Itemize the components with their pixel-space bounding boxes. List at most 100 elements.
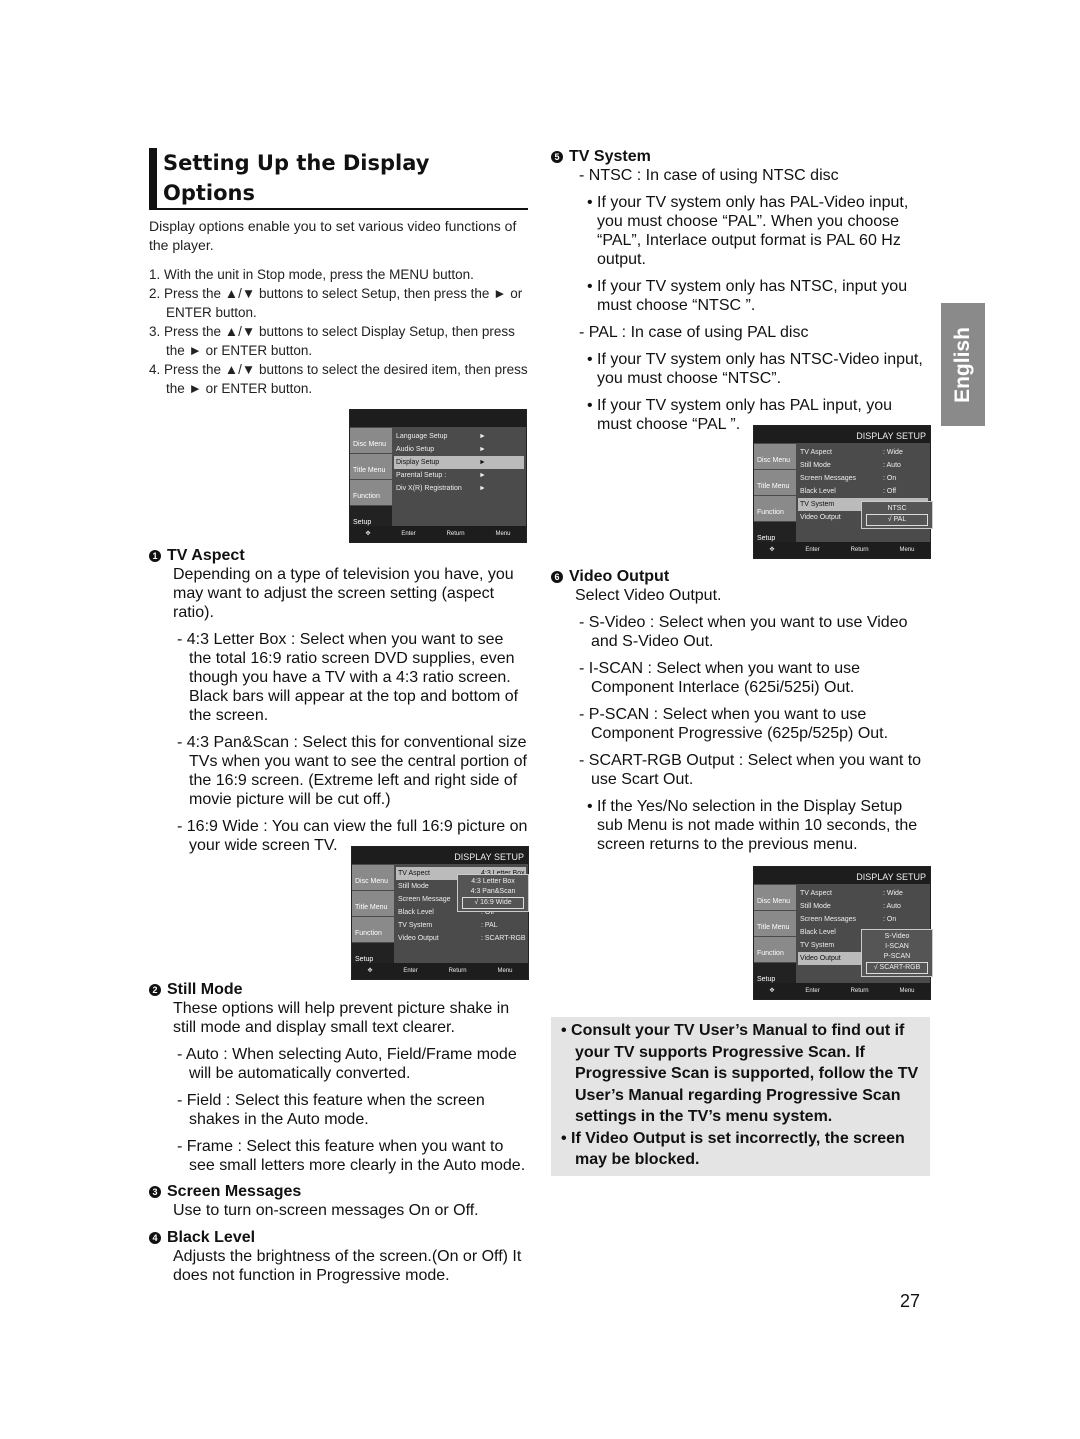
option-item: - 4:3 Pan&Scan : Select this for convent… — [177, 734, 527, 808]
osd-footer-label: Return — [448, 968, 467, 974]
osd-row-label: Video Output — [398, 935, 439, 942]
page-title: Setting Up the Display Options — [149, 148, 528, 210]
osd-row-value: ► — [479, 472, 486, 479]
osd-row-label: Screen Messages — [800, 916, 857, 923]
osd-row: TV System : PAL — [396, 919, 526, 932]
option-item: - PAL : In case of using PAL disc — [579, 324, 809, 341]
osd-sidebar-item: Function — [350, 480, 392, 505]
osd-footer-label: Menu — [899, 547, 915, 553]
osd-popup: S-Video I-SCAN P-SCAN √ SCART-RGB — [861, 929, 933, 977]
section-black-level: 4 Black Level Adjusts the brightness of th… — [149, 1228, 529, 1285]
note-item: • Consult your TV User’s Manual to find … — [561, 1022, 919, 1125]
osd-row-label: TV Aspect — [800, 449, 832, 456]
osd-row-label: Screen Messages — [800, 475, 857, 482]
section-description: Adjusts the brightness of the screen.(On… — [173, 1248, 522, 1284]
section-title: Still Mode — [167, 981, 243, 998]
osd-row-label: Language Setup — [396, 433, 448, 440]
osd-sidebar-item: Disc Menu — [350, 428, 392, 453]
option-item: - 16:9 Wide : You can view the full 16:9… — [177, 818, 528, 854]
tv-system-screen: DISPLAY SETUP Disc Menu Title Menu Function… — [753, 425, 933, 559]
osd-footer: ✥ Enter Return Menu — [352, 963, 528, 979]
section-description: These options will help prevent picture … — [173, 1000, 510, 1036]
osd-row-value: : PAL — [481, 922, 498, 929]
section-number-icon: 5 — [551, 151, 563, 163]
osd-footer-label: Return — [850, 547, 869, 553]
osd-footer: ✥ Enter Return Menu — [754, 542, 930, 558]
osd-row-label: Div X(R) Registration — [396, 485, 462, 492]
section-number-icon: 6 — [551, 571, 563, 583]
osd-row: Language Setup ► — [394, 430, 524, 443]
osd-header — [350, 410, 526, 427]
section-number-icon: 3 — [149, 1186, 161, 1198]
option-item: - 4:3 Letter Box : Select when you want … — [177, 631, 519, 724]
osd-popup-option: √ SCART-RGB — [866, 962, 928, 974]
osd-popup-option: 4:3 Pan&Scan — [470, 888, 516, 895]
language-tab-label: English — [951, 326, 974, 403]
osd-row-label: Audio Setup — [396, 446, 435, 453]
osd-footer-label: Menu — [899, 988, 915, 994]
osd-sidebar-item: Title Menu — [754, 470, 796, 495]
section-heading: 2 Still Mode — [149, 980, 529, 999]
osd-row: Black Level : Off — [798, 485, 928, 498]
step: 1. With the unit in Stop mode, press the… — [149, 267, 474, 282]
section-number-icon: 4 — [149, 1232, 161, 1244]
osd-popup: NTSC √ PAL — [861, 501, 933, 529]
osd-row-label: Black Level — [800, 488, 836, 495]
osd-row-value: ► — [479, 446, 486, 453]
osd-sidebar-item: Title Menu — [352, 891, 394, 916]
bullet-note: • If your TV system only has NTSC-Video … — [587, 351, 923, 387]
osd-row: Still Mode: Auto — [798, 900, 928, 913]
section-title: Screen Messages — [167, 1183, 302, 1200]
osd-popup: 4:3 Letter Box 4:3 Pan&Scan √ 16:9 Wide — [457, 874, 529, 912]
osd-footer: ✥ Enter Return Menu — [350, 526, 526, 542]
osd-row: TV Aspect : Wide — [798, 446, 928, 459]
section-heading: 5 TV System — [551, 147, 931, 166]
option-item: - P-SCAN : Select when you want to use C… — [579, 706, 889, 742]
step: 3. Press the ▲/▼ buttons to select Displ… — [149, 324, 515, 358]
osd-sidebar-item: Function — [754, 937, 796, 962]
option-item: - S-Video : Select when you want to use … — [579, 614, 908, 650]
setup-menu-screen: Disc Menu Title Menu Function Setup Language… — [349, 409, 527, 543]
osd-sidebar: Disc Menu Title Menu Function Setup — [754, 885, 796, 989]
osd-popup-option: I-SCAN — [885, 943, 909, 950]
section-title: TV Aspect — [167, 547, 245, 564]
osd-row-value: : Wide — [883, 449, 903, 456]
osd-row: Parental Setup : ► — [394, 469, 524, 482]
osd-sidebar: Disc Menu Title Menu Function Setup — [350, 428, 392, 532]
osd-sidebar-item: Function — [352, 917, 394, 942]
osd-footer-label: Enter — [401, 531, 416, 537]
osd-row: Div X(R) Registration ► — [394, 482, 524, 495]
osd-row-value: ► — [479, 485, 486, 492]
osd-row-label: Still Mode — [800, 462, 831, 469]
osd-sidebar: Disc Menu Title Menu Function Setup — [352, 865, 394, 969]
note-item: • If Video Output is set incorrectly, th… — [561, 1129, 905, 1169]
tv-aspect-screen: DISPLAY SETUP Disc Menu Title Menu Function… — [351, 846, 529, 980]
osd-nav-icon: ✥ — [367, 968, 373, 974]
section-video-output: 6 Video Output Select Video Output. - S-Vid… — [551, 567, 931, 854]
section-heading: 6 Video Output — [551, 567, 931, 586]
osd-popup-option: 4:3 Letter Box — [471, 878, 515, 885]
note-box: • Consult your TV User’s Manual to find … — [551, 1017, 930, 1176]
option-item: - Frame : Select this feature when you w… — [177, 1138, 526, 1174]
osd-row: Display Setup ► — [394, 456, 524, 469]
page-number: 27 — [900, 1291, 921, 1311]
osd-row-label: TV System — [398, 922, 433, 929]
osd-row-value: : Off — [883, 488, 897, 495]
osd-footer-label: Return — [850, 988, 869, 994]
osd-nav-icon: ✥ — [769, 547, 775, 553]
bullet-note: • If the Yes/No selection in the Display… — [587, 798, 918, 853]
section-title: TV System — [569, 148, 651, 165]
osd-row-value: : SCART-RGB — [481, 935, 526, 942]
osd-row-label: Display Setup — [396, 459, 440, 466]
osd-popup-option: √ 16:9 Wide — [462, 897, 524, 909]
section-title: Black Level — [167, 1229, 256, 1246]
bullet-note: • If your TV system only has PAL input, … — [587, 397, 892, 433]
osd-popup-option: S-Video — [884, 933, 910, 940]
osd-footer-label: Return — [446, 531, 465, 537]
step: 4. Press the ▲/▼ buttons to select the d… — [149, 362, 528, 396]
osd-header: DISPLAY SETUP — [754, 867, 930, 884]
option-item: - SCART-RGB Output : Select when you wan… — [579, 752, 922, 788]
option-item: - Field : Select this feature when the s… — [177, 1092, 485, 1128]
osd-popup-option: NTSC — [887, 505, 907, 512]
section-description: Select Video Output. — [575, 587, 722, 604]
